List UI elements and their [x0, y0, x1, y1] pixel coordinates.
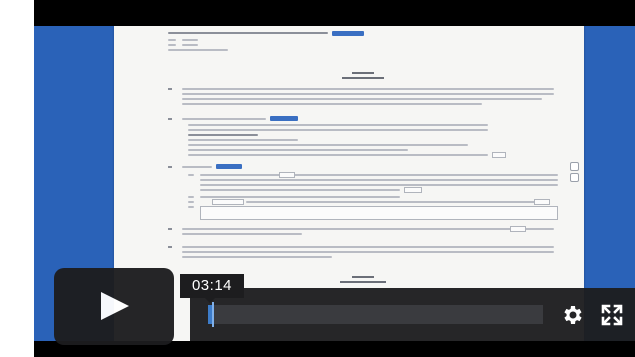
- hover-time-tooltip: 03:14: [180, 274, 244, 298]
- video-player[interactable]: 03:14: [0, 0, 635, 357]
- page-up-icon[interactable]: [570, 162, 579, 171]
- play-icon: [101, 292, 129, 320]
- progress-bar[interactable]: [208, 305, 543, 324]
- progress-hover-marker: [212, 302, 214, 327]
- play-button[interactable]: [54, 268, 174, 345]
- gear-icon[interactable]: [560, 303, 584, 327]
- page-down-icon[interactable]: [570, 173, 579, 182]
- letterbox-top: [34, 0, 635, 26]
- fullscreen-icon[interactable]: [600, 303, 624, 327]
- page-nav-icons[interactable]: [570, 162, 579, 184]
